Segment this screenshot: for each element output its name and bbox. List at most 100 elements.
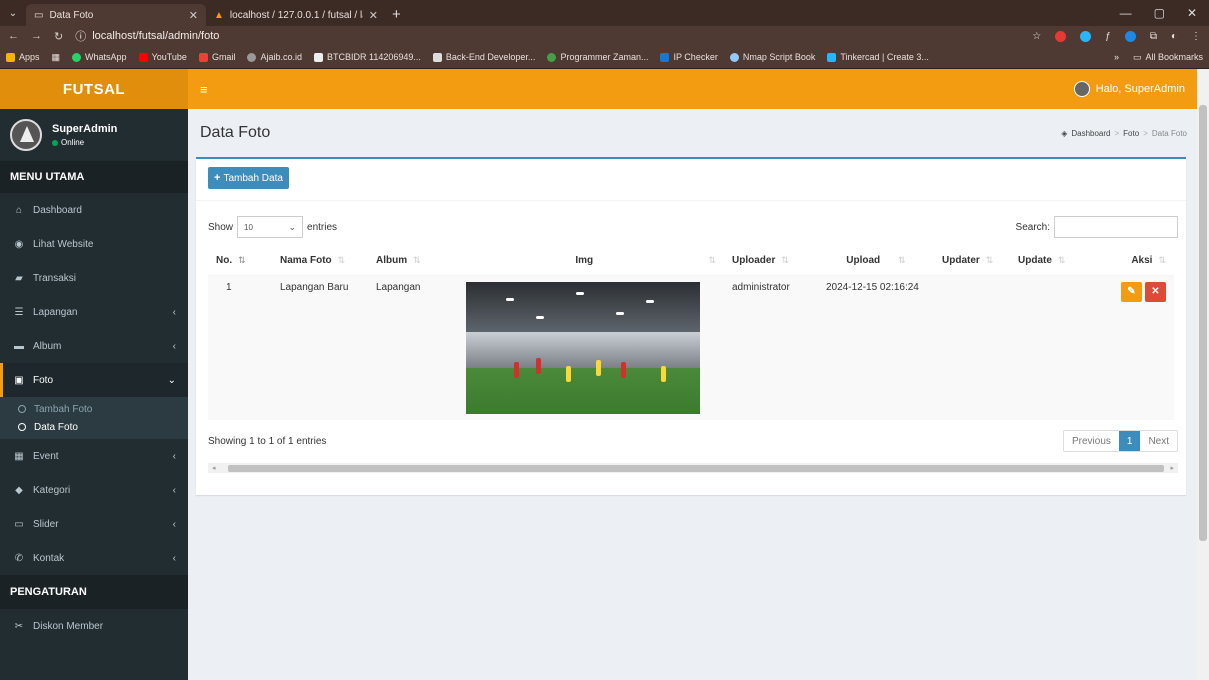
sidebar-item-dashboard[interactable]: ⌂ Dashboard — [0, 193, 188, 227]
sidebar-item-transaksi[interactable]: ▰ Transaksi — [0, 261, 188, 295]
sidebar: SuperAdmin Online MENU UTAMA ⌂ Dashboard … — [0, 109, 188, 680]
bookmark-ipchecker[interactable]: IP Checker — [660, 52, 718, 62]
foto-thumbnail — [466, 281, 700, 414]
search-input[interactable] — [1054, 216, 1178, 238]
kebab-menu-icon[interactable]: ⋮ — [1191, 31, 1201, 42]
pagination: Previous 1 Next — [1062, 430, 1178, 452]
forward-icon[interactable]: → — [31, 30, 42, 42]
bookmark-gmail[interactable]: Gmail — [198, 52, 235, 62]
column-no[interactable]: No. ⇅ — [208, 247, 272, 276]
submenu-item-tambah-foto[interactable]: Tambah Foto — [0, 400, 188, 418]
more-bookmarks-icon[interactable]: » — [1114, 52, 1119, 62]
delete-button[interactable]: ✕ — [1145, 281, 1166, 302]
bookmark-tinkercad[interactable]: Tinkercad | Create 3... — [827, 52, 929, 62]
bookmark-tradingview[interactable]: BTCBIDR 114206949... — [313, 52, 421, 62]
column-aksi[interactable]: Aksi ⇅ — [1086, 247, 1174, 276]
globe-icon: ◉ — [14, 238, 24, 250]
tab-phpmyadmin[interactable]: ▲ localhost / 127.0.0.1 / futsal / la ✕ — [206, 4, 386, 26]
hamburger-icon[interactable]: ≡ — [200, 82, 208, 97]
cell-updater — [934, 275, 1010, 420]
url-field[interactable]: ⓘ localhost/futsal/admin/foto — [75, 28, 219, 44]
sort-icon: ⇅ — [413, 255, 421, 266]
breadcrumb-dashboard[interactable]: Dashboard — [1071, 129, 1110, 138]
column-nama-foto[interactable]: Nama Foto ⇅ — [272, 247, 368, 276]
extension-icon[interactable]: ƒ — [1105, 31, 1111, 42]
user-status: Online — [52, 138, 117, 147]
slider-icon: ▭ — [14, 518, 24, 530]
circle-icon — [18, 405, 26, 413]
chevron-left-icon: ‹ — [172, 450, 176, 462]
bookmarks-bar: Apps ▦ WhatsApp YouTube Gmail Ajaib.co.i… — [0, 46, 1209, 69]
bookmark-youtube[interactable]: YouTube — [138, 52, 187, 62]
sort-icon: ⇅ — [238, 255, 246, 266]
minimize-icon[interactable]: — — [1120, 6, 1132, 20]
user-menu[interactable]: Halo, SuperAdmin — [1073, 81, 1185, 97]
bookmark-whatsapp[interactable]: WhatsApp — [72, 52, 127, 62]
cell-no: 1 — [208, 275, 272, 420]
sidebar-item-kategori[interactable]: ◆ Kategori ‹ — [0, 473, 188, 507]
grid-icon[interactable]: ▦ — [52, 52, 61, 63]
profile-icon[interactable]: ◐ — [1171, 31, 1177, 42]
column-uploader[interactable]: Uploader ⇅ — [724, 247, 818, 276]
close-tab-icon[interactable]: ✕ — [369, 9, 378, 22]
extension-icon[interactable] — [1124, 30, 1136, 42]
column-upload[interactable]: Upload ⇅ — [818, 247, 934, 276]
breadcrumb-foto[interactable]: Foto — [1123, 129, 1139, 138]
column-album[interactable]: Album ⇅ — [368, 247, 458, 276]
extensions-puzzle-icon[interactable]: ⧉ — [1150, 31, 1157, 42]
close-icon: ✕ — [1151, 286, 1160, 297]
bookmark-backend[interactable]: Back-End Developer... — [432, 52, 535, 62]
tambah-data-button[interactable]: + Tambah Data — [208, 167, 289, 189]
page-1-button[interactable]: 1 — [1118, 431, 1141, 451]
gmail-icon — [198, 52, 208, 62]
new-tab-icon[interactable]: + — [392, 4, 401, 26]
sort-icon: ⇅ — [708, 255, 716, 266]
bookmark-programmer[interactable]: Programmer Zaman... — [547, 52, 648, 62]
column-update[interactable]: Update ⇅ — [1010, 247, 1086, 276]
reload-icon[interactable]: ↻ — [54, 30, 63, 43]
bookmark-nmap[interactable]: Nmap Script Book — [729, 52, 815, 62]
cell-update — [1010, 275, 1086, 420]
menu-header: MENU UTAMA — [0, 161, 188, 193]
sidebar-item-kontak[interactable]: ✆ Kontak ‹ — [0, 541, 188, 575]
bookmark-apps[interactable]: Apps — [6, 52, 40, 62]
extension-icon[interactable] — [1055, 30, 1067, 42]
edit-button[interactable]: ✎ — [1121, 281, 1142, 302]
sidebar-item-lapangan[interactable]: ☰ Lapangan ‹ — [0, 295, 188, 329]
sidebar-item-diskon-member[interactable]: ✂ Diskon Member — [0, 609, 188, 643]
star-icon[interactable]: ☆ — [1032, 31, 1041, 42]
back-icon[interactable]: ← — [8, 30, 19, 42]
sidebar-item-event[interactable]: ▦ Event ‹ — [0, 439, 188, 473]
horizontal-scrollbar[interactable]: ◂ ▸ — [208, 463, 1178, 473]
bookmark-ajaib[interactable]: Ajaib.co.id — [247, 52, 302, 62]
previous-button[interactable]: Previous — [1064, 431, 1119, 451]
vertical-scrollbar[interactable] — [1197, 69, 1209, 680]
all-bookmarks[interactable]: ▭ All Bookmarks — [1133, 52, 1203, 63]
apps-grid-icon — [6, 52, 15, 62]
folder-icon: ▬ — [14, 340, 24, 352]
restore-icon[interactable]: ▢ — [1154, 6, 1165, 20]
sidebar-item-slider[interactable]: ▭ Slider ‹ — [0, 507, 188, 541]
tab-data-foto[interactable]: ▭ Data Foto ✕ — [26, 4, 206, 26]
address-bar: ← → ↻ ⓘ localhost/futsal/admin/foto ☆ ƒ … — [0, 26, 1209, 46]
sort-icon: ⇅ — [781, 255, 789, 266]
sidebar-item-foto[interactable]: ▣ Foto ⌄ — [0, 363, 188, 397]
entries-select[interactable]: 10 ⌄ — [237, 216, 304, 238]
site-info-icon[interactable]: ⓘ — [75, 28, 86, 44]
close-window-icon[interactable]: ✕ — [1187, 6, 1197, 20]
tab-search-icon[interactable]: ⌄ — [0, 0, 26, 26]
sidebar-item-lihat-website[interactable]: ◉ Lihat Website — [0, 227, 188, 261]
scroll-left-icon[interactable]: ◂ — [212, 464, 216, 472]
column-updater[interactable]: Updater ⇅ — [934, 247, 1010, 276]
close-tab-icon[interactable]: ✕ — [189, 9, 198, 22]
submenu-item-data-foto[interactable]: Data Foto — [0, 418, 188, 436]
column-img[interactable]: Img ⇅ — [458, 247, 724, 276]
logo[interactable]: FUTSAL — [0, 69, 188, 109]
page-title: Data Foto — [200, 124, 271, 141]
next-button[interactable]: Next — [1140, 431, 1177, 451]
extension-icon[interactable] — [1080, 30, 1092, 42]
sidebar-item-album[interactable]: ▬ Album ‹ — [0, 329, 188, 363]
scroll-right-icon[interactable]: ▸ — [1170, 464, 1174, 472]
sort-icon: ⇅ — [898, 255, 906, 266]
image-icon: ▣ — [14, 374, 24, 386]
